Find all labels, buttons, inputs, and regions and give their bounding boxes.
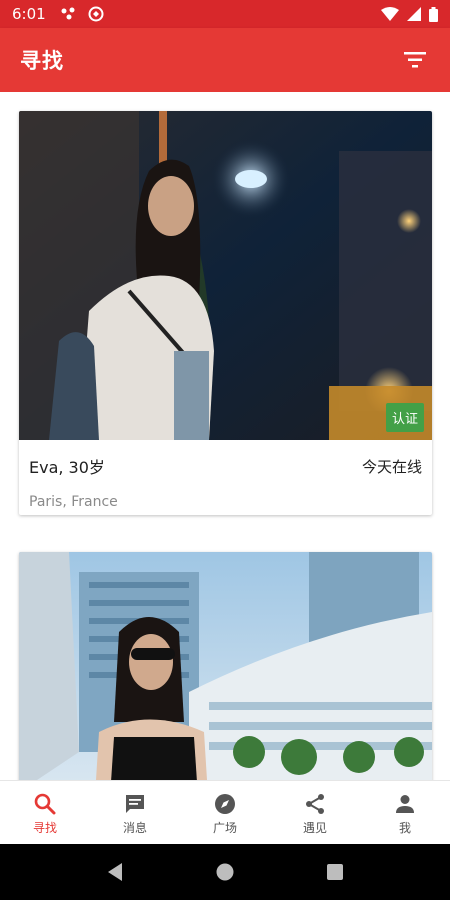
profile-photo[interactable]	[19, 552, 432, 780]
battery-icon	[429, 6, 438, 22]
profile-card[interactable]: 认证 Eva, 30岁 今天在线 Paris, France	[19, 111, 432, 515]
nav-label-meet: 遇见	[302, 821, 327, 835]
nav-label-me: 我	[398, 821, 411, 835]
bottom-navigation: 寻找 消息 广场 遇见 我	[0, 780, 450, 844]
daytime-city-photo	[19, 552, 432, 780]
sync-icon	[88, 6, 104, 22]
nav-label-search: 寻找	[32, 821, 57, 835]
nav-item-meet[interactable]: 遇见	[270, 781, 360, 844]
nav-item-messages[interactable]: 消息	[90, 781, 180, 844]
status-time: 6:01	[12, 5, 46, 23]
message-icon	[126, 795, 144, 813]
filter-icon	[404, 52, 426, 68]
share-icon	[306, 794, 324, 814]
verified-badge: 认证	[385, 403, 424, 432]
online-status: 今天在线	[361, 457, 422, 476]
nav-label-messages: 消息	[122, 821, 147, 835]
profile-feed[interactable]: 认证 Eva, 30岁 今天在线 Paris, France	[0, 92, 450, 780]
profile-location: Paris, France	[29, 494, 118, 510]
nav-item-me[interactable]: 我	[360, 781, 450, 844]
search-icon	[34, 793, 56, 815]
profile-card[interactable]	[19, 552, 432, 780]
wifi-icon	[381, 7, 399, 21]
night-city-photo	[19, 111, 432, 440]
signal-icon	[407, 7, 421, 21]
system-navigation-bar	[0, 844, 450, 900]
filter-button[interactable]	[400, 45, 430, 75]
compass-icon	[215, 794, 235, 814]
page-title: 寻找	[20, 49, 64, 73]
status-bar: 6:01	[0, 0, 450, 28]
nav-label-plaza: 广场	[212, 821, 237, 835]
back-icon[interactable]	[106, 862, 124, 882]
app-bar: 寻找	[0, 28, 450, 92]
home-icon[interactable]	[215, 862, 235, 882]
profile-photo[interactable]: 认证	[19, 111, 432, 440]
recents-icon[interactable]	[326, 863, 344, 881]
nav-item-search[interactable]: 寻找	[0, 781, 90, 844]
notification-dots-icon	[61, 7, 75, 20]
nav-item-plaza[interactable]: 广场	[180, 781, 270, 844]
person-icon	[396, 795, 414, 813]
profile-name-age: Eva, 30岁	[29, 458, 105, 477]
